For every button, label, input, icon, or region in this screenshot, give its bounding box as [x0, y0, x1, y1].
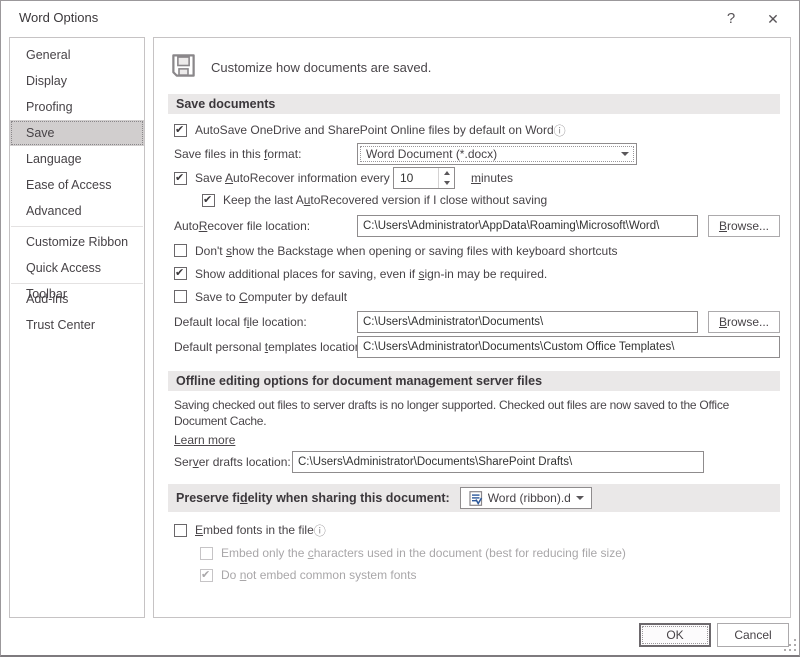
keep-last-label[interactable]: Keep the last AutoRecovered version if I…	[223, 193, 547, 207]
autorecover-location-input[interactable]	[357, 215, 698, 237]
embed-chars-label: Embed only the characters used in the do…	[221, 546, 626, 560]
sidebar-item-save[interactable]: Save	[10, 120, 144, 146]
sidebar-item-proofing[interactable]: Proofing	[10, 94, 144, 120]
dialog-title: Word Options	[19, 10, 98, 25]
default-local-row: Default local file location: Browse...	[168, 310, 780, 334]
embed-fonts-label[interactable]: Embed fonts in the file	[195, 523, 314, 537]
chevron-down-icon	[621, 152, 629, 156]
save-format-label: Save files in this format:	[174, 147, 357, 161]
page-header: Customize how documents are saved.	[170, 50, 780, 84]
sidebar-item-trust-center[interactable]: Trust Center	[10, 312, 144, 338]
keep-last-checkbox[interactable]	[202, 194, 215, 207]
sidebar-item-language[interactable]: Language	[10, 146, 144, 172]
ok-button[interactable]: OK	[639, 623, 711, 647]
embed-chars-checkbox	[200, 547, 213, 560]
save-to-computer-label[interactable]: Save to Computer by default	[195, 290, 347, 304]
floppy-disk-icon	[170, 52, 197, 82]
sidebar-item-customize-ribbon[interactable]: Customize Ribbon	[10, 229, 144, 255]
autorecover-interval-row: Save AutoRecover information every minut…	[168, 166, 780, 190]
info-icon[interactable]: ⓘ	[314, 522, 326, 539]
autorecover-location-row: AutoRecover file location: Browse...	[168, 214, 780, 238]
default-local-browse-button[interactable]: Browse...	[708, 311, 780, 333]
page-title: Customize how documents are saved.	[211, 60, 431, 75]
resize-grip-icon[interactable]	[784, 639, 797, 652]
minutes-label: minutes	[471, 171, 513, 185]
autorecover-minutes-stepper[interactable]	[393, 167, 455, 189]
sidebar-item-ease-of-access[interactable]: Ease of Access	[10, 172, 144, 198]
offline-editing-heading: Offline editing options for document man…	[168, 371, 780, 391]
default-local-input[interactable]	[357, 311, 698, 333]
sidebar-item-general[interactable]: General	[10, 42, 144, 68]
save-format-row: Save files in this format: Word Document…	[168, 142, 780, 166]
save-documents-heading: Save documents	[168, 94, 780, 114]
embed-fonts-row: Embed fonts in the file ⓘ	[168, 520, 780, 540]
stepper-up-icon[interactable]	[439, 168, 454, 178]
server-drafts-input[interactable]	[292, 451, 704, 473]
save-to-computer-checkbox[interactable]	[174, 290, 187, 303]
no-common-fonts-row: Do not embed common system fonts	[194, 565, 780, 585]
chevron-down-icon	[576, 496, 584, 500]
fidelity-document-dropdown[interactable]: Word (ribbon).docx	[460, 487, 592, 509]
fidelity-document-value: Word (ribbon).docx	[488, 491, 570, 505]
default-templates-label: Default personal templates location:	[174, 340, 357, 354]
no-common-fonts-label: Do not embed common system fonts	[221, 568, 416, 582]
embed-fonts-checkbox[interactable]	[174, 524, 187, 537]
sidebar-item-add-ins[interactable]: Add-ins	[10, 286, 144, 312]
autorecover-checkbox[interactable]	[174, 172, 187, 185]
close-icon[interactable]: ✕	[757, 7, 789, 31]
preserve-fidelity-heading: Preserve fidelity when sharing this docu…	[176, 491, 450, 505]
cancel-button[interactable]: Cancel	[717, 623, 789, 647]
save-format-dropdown[interactable]: Word Document (*.docx)	[357, 143, 637, 165]
sidebar-item-advanced[interactable]: Advanced	[10, 198, 144, 224]
backstage-checkbox[interactable]	[174, 244, 187, 257]
autorecover-label[interactable]: Save AutoRecover information every	[195, 171, 385, 185]
preserve-fidelity-heading-bar: Preserve fidelity when sharing this docu…	[168, 484, 780, 512]
learn-more-link[interactable]: Learn more	[174, 433, 235, 447]
autosave-row: AutoSave OneDrive and SharePoint Online …	[168, 120, 780, 140]
autorecover-minutes-input[interactable]	[394, 168, 438, 188]
help-icon[interactable]: ?	[715, 7, 747, 31]
keep-last-row: Keep the last AutoRecovered version if I…	[196, 190, 780, 210]
server-drafts-label: Server drafts location:	[174, 455, 292, 469]
main-panel: Customize how documents are saved. Save …	[153, 37, 791, 618]
sidebar-item-display[interactable]: Display	[10, 68, 144, 94]
server-drafts-row: Server drafts location:	[168, 450, 780, 474]
additional-places-label[interactable]: Show additional places for saving, even …	[195, 267, 547, 281]
autorecover-browse-button[interactable]: Browse...	[708, 215, 780, 237]
default-local-label: Default local file location:	[174, 315, 357, 329]
info-icon[interactable]: ⓘ	[554, 122, 566, 139]
default-templates-input[interactable]	[357, 336, 780, 358]
additional-places-checkbox[interactable]	[174, 267, 187, 280]
autorecover-location-label: AutoRecover file location:	[174, 219, 357, 233]
sidebar: General Display Proofing Save Language E…	[9, 37, 145, 618]
save-to-computer-row: Save to Computer by default	[168, 286, 780, 307]
title-bar: Word Options ? ✕	[1, 1, 799, 35]
autosave-checkbox[interactable]	[174, 124, 187, 137]
embed-chars-row: Embed only the characters used in the do…	[194, 543, 780, 563]
sidebar-divider	[11, 226, 143, 227]
no-common-fonts-checkbox	[200, 569, 213, 582]
default-templates-row: Default personal templates location:	[168, 335, 780, 359]
autosave-label[interactable]: AutoSave OneDrive and SharePoint Online …	[195, 123, 554, 137]
sidebar-item-quick-access-toolbar[interactable]: Quick Access Toolbar	[10, 255, 144, 281]
word-document-icon	[469, 491, 483, 506]
backstage-row: Don't show the Backstage when opening or…	[168, 240, 780, 261]
save-format-value: Word Document (*.docx)	[366, 147, 615, 161]
stepper-down-icon[interactable]	[439, 178, 454, 188]
additional-places-row: Show additional places for saving, even …	[168, 263, 780, 284]
backstage-label[interactable]: Don't show the Backstage when opening or…	[195, 244, 618, 258]
word-options-dialog: Word Options ? ✕ General Display Proofin…	[0, 0, 800, 657]
offline-editing-description: Saving checked out files to server draft…	[174, 397, 780, 429]
